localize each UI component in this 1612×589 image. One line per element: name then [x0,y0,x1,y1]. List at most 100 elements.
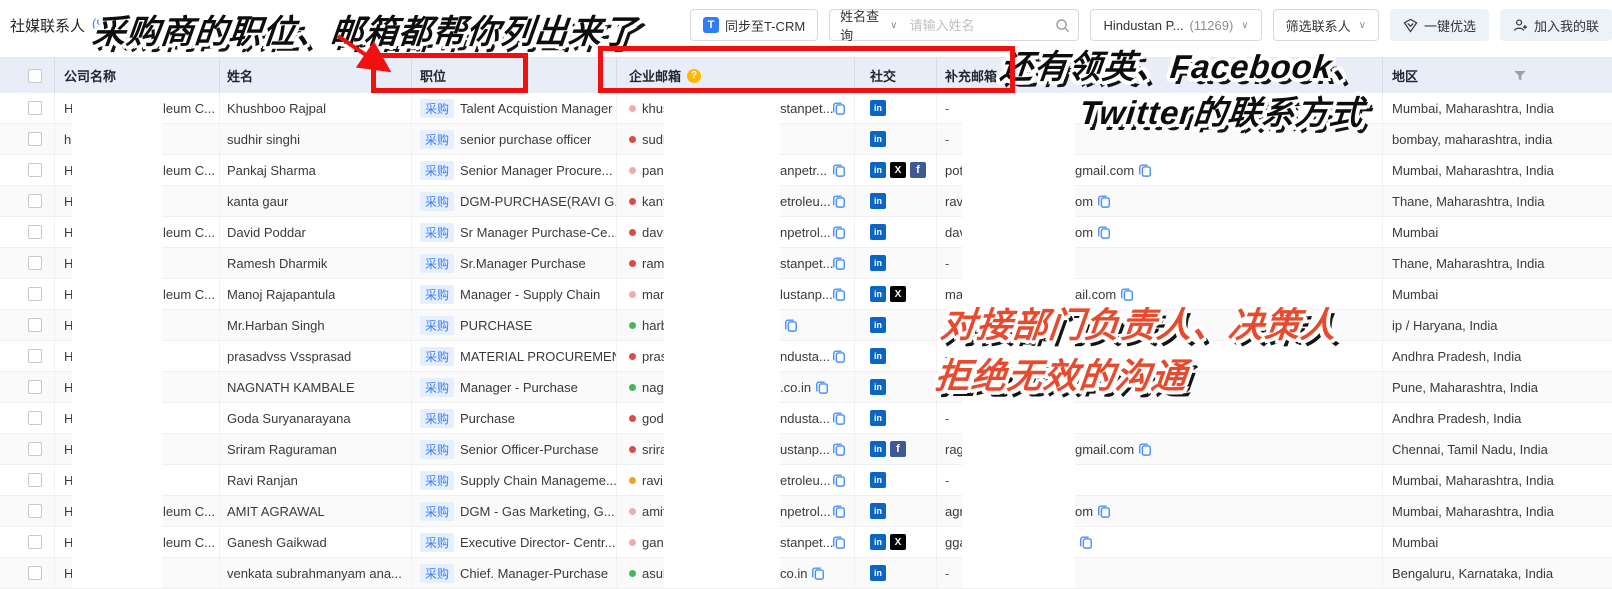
sync-tcrm-button[interactable]: T 同步至T-CRM [690,9,818,41]
x-twitter-icon[interactable]: X [890,286,906,302]
position-cell: 采购DGM-PURCHASE(RAVI G... [412,186,617,216]
row-checkbox[interactable] [28,132,42,146]
row-checkbox[interactable] [28,566,42,580]
copy-icon[interactable] [811,566,825,580]
copy-icon[interactable] [1120,287,1134,301]
table-row[interactable]: Hileum C...Khushboo Rajpal采购Talent Acqui… [0,93,1612,124]
copy-icon[interactable] [1079,535,1093,549]
copy-icon[interactable] [832,473,846,487]
table-row[interactable]: Hileum C...Manoj Rajapantula采购Manager - … [0,279,1612,310]
contact-name: Khushboo Rajpal [227,101,326,116]
region-cell: Mumbai [1383,279,1612,309]
table-row[interactable]: HRavi Ranjan采购Supply Chain Manageme...ra… [0,465,1612,496]
linkedin-icon[interactable]: in [870,131,886,147]
supp-email-start: pot [945,163,963,178]
linkedin-icon[interactable]: in [870,379,886,395]
copy-icon[interactable] [832,442,846,456]
copy-icon[interactable] [832,225,846,239]
row-checkbox[interactable] [28,380,42,394]
copy-icon[interactable] [815,380,829,394]
copy-icon[interactable] [832,504,846,518]
copy-icon[interactable] [1097,225,1111,239]
company-filter-dropdown[interactable]: Hindustan P... (11269) ∨ [1090,9,1261,41]
row-checkbox[interactable] [28,318,42,332]
table-row[interactable]: Hkanta gaur采购DGM-PURCHASE(RAVI G...kante… [0,186,1612,217]
search-icon[interactable] [1055,18,1070,33]
copy-icon[interactable] [1138,442,1152,456]
linkedin-icon[interactable]: in [870,100,886,116]
linkedin-icon[interactable]: in [870,317,886,333]
row-checkbox[interactable] [28,349,42,363]
copy-icon[interactable] [832,287,846,301]
row-checkbox[interactable] [28,225,42,239]
copy-icon[interactable] [832,349,846,363]
facebook-icon[interactable]: f [910,162,926,178]
linkedin-icon[interactable]: in [870,410,886,426]
linkedin-icon[interactable]: in [870,503,886,519]
table-row[interactable]: HNAGNATH KAMBALE采购Manager - Purchasenagr… [0,372,1612,403]
row-checkbox[interactable] [28,442,42,456]
row-select-cell [0,248,55,278]
table-row[interactable]: HSriram Raguraman采购Senior Officer-Purcha… [0,434,1612,465]
name-query-dropdown[interactable]: 姓名查询 ∨ [830,10,907,40]
linkedin-icon[interactable]: in [870,565,886,581]
facebook-icon[interactable]: f [890,441,906,457]
row-checkbox[interactable] [28,163,42,177]
contact-name-cell: Khushboo Rajpal [220,93,412,123]
linkedin-icon[interactable]: in [870,472,886,488]
linkedin-icon[interactable]: in [870,348,886,364]
copy-icon[interactable] [1097,194,1111,208]
linkedin-icon[interactable]: in [870,193,886,209]
linkedin-icon[interactable]: in [870,162,886,178]
add-to-my-contacts-button[interactable]: 加入我的联 [1500,9,1612,41]
table-row[interactable]: Hileum C...AMIT AGRAWAL采购DGM - Gas Marke… [0,496,1612,527]
row-checkbox[interactable] [28,473,42,487]
linkedin-icon[interactable]: in [870,286,886,302]
copy-icon[interactable] [1097,504,1111,518]
copy-icon[interactable] [784,318,798,332]
row-select-cell [0,279,55,309]
filter-funnel-icon[interactable] [1513,69,1527,86]
row-checkbox[interactable] [28,256,42,270]
x-twitter-icon[interactable]: X [890,534,906,550]
x-twitter-icon[interactable]: X [890,162,906,178]
contact-name-cell: Pankaj Sharma [220,155,412,185]
row-checkbox[interactable] [28,101,42,115]
linkedin-icon[interactable]: in [870,441,886,457]
table-row[interactable]: Hileum C...David Poddar采购Sr Manager Purc… [0,217,1612,248]
table-row[interactable]: Hprasadvss Vssprasad采购MATERIAL PROCUREME… [0,341,1612,372]
linkedin-icon[interactable]: in [870,255,886,271]
copy-icon[interactable] [1138,163,1152,177]
purchase-tag: 采购 [420,161,454,180]
copy-icon[interactable] [832,535,846,549]
copy-icon[interactable] [832,256,846,270]
copy-icon[interactable] [832,194,846,208]
table-row[interactable]: Hvenkata subrahmanyam ana...采购Chief. Man… [0,558,1612,589]
table-row[interactable]: HRamesh Dharmik采购Sr.Manager Purchaserame… [0,248,1612,279]
copy-icon[interactable] [832,411,846,425]
search-input[interactable] [907,17,1055,34]
contact-filter-dropdown[interactable]: 筛选联系人 ∨ [1273,9,1379,41]
table-row[interactable]: Hileum C...Pankaj Sharma采购Senior Manager… [0,155,1612,186]
row-select-cell [0,186,55,216]
row-checkbox[interactable] [28,194,42,208]
table-row[interactable]: HMr.Harban Singh采购PURCHASEharbin-ip / Ha… [0,310,1612,341]
copy-icon[interactable] [832,101,846,115]
one-click-optimize-button[interactable]: 一键优选 [1390,9,1489,41]
row-checkbox[interactable] [28,411,42,425]
table-row[interactable]: Hileum C...Ganesh Gaikwad采购Executive Dir… [0,527,1612,558]
linkedin-icon[interactable]: in [870,224,886,240]
linkedin-icon[interactable]: in [870,534,886,550]
row-checkbox[interactable] [28,535,42,549]
page-title: 社媒联系人 [10,15,85,36]
table-row[interactable]: hpsudhir singhi采购senior purchase officer… [0,124,1612,155]
select-all-checkbox[interactable] [28,69,42,83]
position-title: DGM - Gas Marketing, G... [460,504,615,519]
row-checkbox[interactable] [28,287,42,301]
table-row[interactable]: HGoda Suryanarayana采购Purchasegodandusta.… [0,403,1612,434]
social-cell: in [855,310,937,340]
email-fragment: ndusta... [780,411,830,426]
social-cell: in [855,341,937,371]
row-checkbox[interactable] [28,504,42,518]
copy-icon[interactable] [832,163,846,177]
